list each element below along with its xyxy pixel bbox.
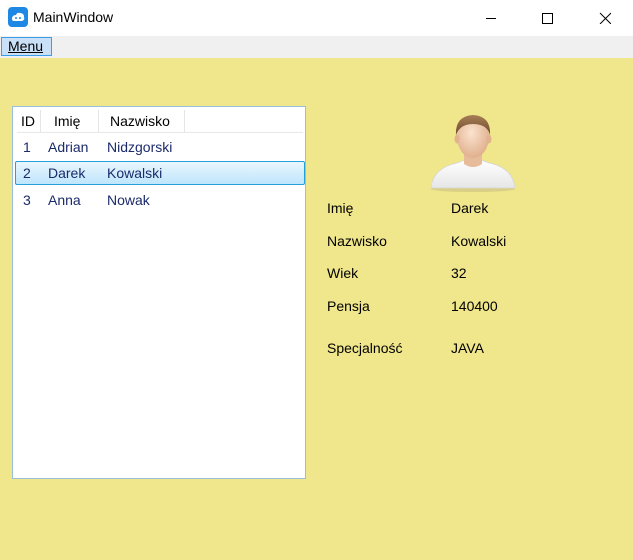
value-last-name: Kowalski — [451, 233, 507, 249]
minimize-button[interactable] — [468, 0, 514, 36]
value-specialty: JAVA — [451, 340, 484, 356]
cell-id: 2 — [23, 165, 31, 181]
label-salary: Pensja — [327, 298, 370, 314]
label-age: Wiek — [327, 265, 359, 281]
value-salary: 140400 — [451, 298, 498, 314]
label-specialty: Specjalność — [327, 340, 403, 356]
cell-id: 1 — [23, 139, 31, 155]
app-icon — [8, 7, 28, 27]
menu-bar: Menu — [0, 36, 633, 58]
maximize-button[interactable] — [524, 0, 570, 36]
column-header-last-name[interactable]: Nazwisko — [110, 110, 170, 132]
cell-first-name: Darek — [48, 165, 86, 181]
close-button[interactable] — [582, 0, 628, 36]
value-age: 32 — [451, 265, 467, 281]
menu-item-menu[interactable]: Menu — [1, 37, 52, 56]
label-last-name: Nazwisko — [327, 233, 387, 249]
window-title: MainWindow — [33, 9, 114, 25]
maximize-icon — [542, 13, 553, 24]
table-row[interactable]: 1 Adrian Nidzgorski — [15, 135, 305, 159]
user-avatar-icon — [430, 115, 516, 192]
column-header-id[interactable]: ID — [21, 110, 35, 132]
value-first-name: Darek — [451, 200, 489, 216]
cell-last-name: Nidzgorski — [107, 139, 173, 155]
column-separator[interactable] — [98, 110, 99, 132]
table-row-selected[interactable]: 2 Darek Kowalski — [15, 161, 305, 185]
column-header-first-name[interactable]: Imię — [54, 110, 80, 132]
column-separator[interactable] — [184, 110, 185, 132]
label-first-name: Imię — [327, 200, 354, 216]
cell-last-name: Nowak — [107, 192, 150, 208]
cell-last-name: Kowalski — [107, 165, 163, 181]
employee-list[interactable]: ID Imię Nazwisko 1 Adrian Nidzgorski 2 D… — [12, 106, 306, 479]
minimize-icon — [486, 18, 496, 19]
title-bar[interactable]: MainWindow — [0, 0, 633, 36]
close-icon — [599, 12, 611, 24]
table-row[interactable]: 3 Anna Nowak — [15, 188, 305, 212]
column-separator[interactable] — [40, 110, 41, 132]
cell-id: 3 — [23, 192, 31, 208]
header-divider — [17, 132, 303, 133]
main-content: ID Imię Nazwisko 1 Adrian Nidzgorski 2 D… — [0, 58, 633, 560]
cell-first-name: Adrian — [48, 139, 89, 155]
cell-first-name: Anna — [48, 192, 81, 208]
